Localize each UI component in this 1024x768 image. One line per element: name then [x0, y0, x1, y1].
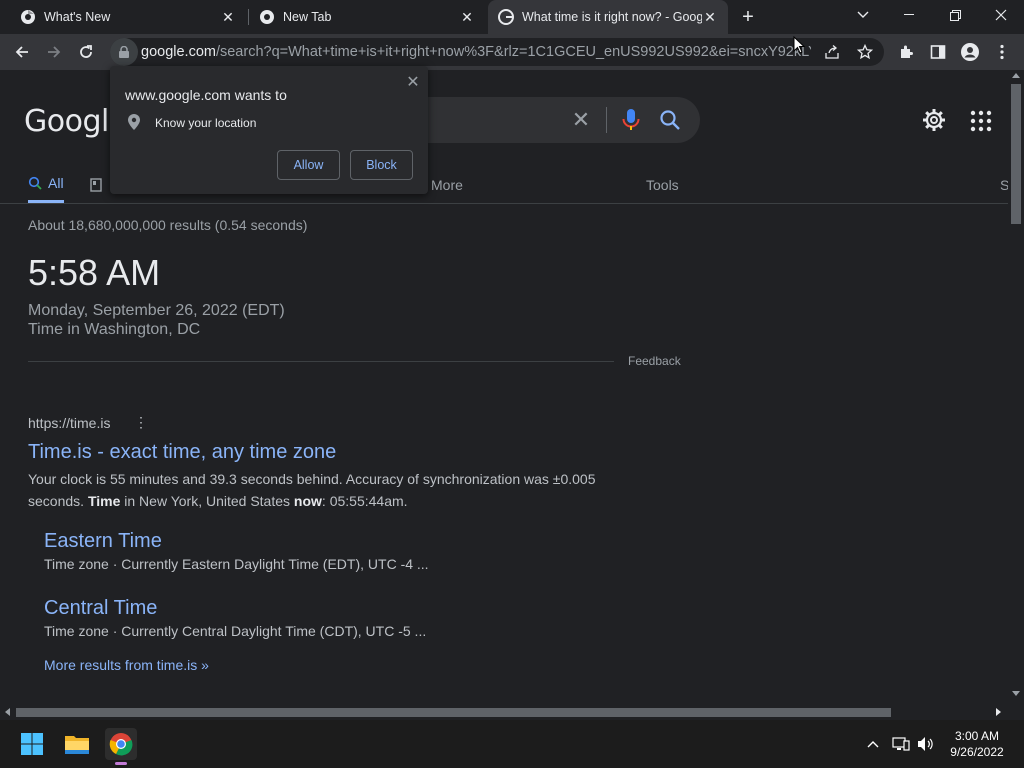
- back-icon[interactable]: [8, 38, 36, 66]
- horizontal-scroll-thumb[interactable]: [16, 708, 891, 717]
- scroll-down-icon[interactable]: [1012, 691, 1020, 696]
- location-pin-icon: [128, 114, 140, 130]
- forward-icon[interactable]: [40, 38, 68, 66]
- tab-title: What's New: [44, 10, 111, 24]
- window-close-icon[interactable]: [978, 0, 1024, 30]
- new-tab-icon[interactable]: +: [736, 5, 760, 29]
- volume-icon[interactable]: [915, 734, 937, 754]
- minimize-icon[interactable]: [886, 0, 932, 30]
- network-icon[interactable]: [890, 734, 912, 754]
- google-icon: [498, 9, 514, 25]
- close-icon[interactable]: ✕: [404, 73, 422, 91]
- permission-label: Know your location: [155, 116, 257, 130]
- clock-time: 3:00 AM: [954, 729, 1000, 743]
- result-snippet: Your clock is 55 minutes and 39.3 second…: [28, 468, 628, 512]
- taskbar: 3:00 AM 9/26/2022: [0, 720, 1024, 768]
- active-indicator: [115, 762, 127, 765]
- popup-title: www.google.com wants to: [125, 87, 287, 103]
- search-icon: [28, 176, 42, 190]
- url-path: /search?q=What+time+is+it+right+now%3F&r…: [215, 44, 811, 60]
- search-icon[interactable]: [658, 108, 682, 132]
- result-title[interactable]: Time.is - exact time, any time zone: [28, 441, 336, 464]
- tab-more[interactable]: More: [431, 166, 463, 203]
- scroll-left-icon[interactable]: [5, 708, 10, 716]
- file-explorer-icon[interactable]: [61, 728, 93, 760]
- current-date: Monday, September 26, 2022 (EDT): [28, 302, 285, 319]
- gear-icon[interactable]: [922, 108, 946, 132]
- scrollbar-corner: [1008, 704, 1024, 720]
- sublink-central-time[interactable]: Central Time: [44, 597, 157, 620]
- tab-what-time[interactable]: What time is it right now? - Goog ✕: [488, 0, 728, 34]
- result-url[interactable]: https://time.is: [28, 415, 110, 431]
- tab-search-icon[interactable]: [840, 0, 886, 30]
- close-icon[interactable]: ✕: [702, 9, 718, 25]
- current-time: 5:58 AM: [28, 252, 161, 293]
- restore-icon[interactable]: [932, 0, 978, 30]
- chrome-icon: [20, 9, 36, 25]
- chevron-up-icon[interactable]: [862, 734, 884, 754]
- apps-grid-icon[interactable]: [970, 110, 992, 132]
- menu-dots-icon[interactable]: [988, 38, 1016, 66]
- lock-icon[interactable]: [110, 38, 138, 66]
- side-panel-icon[interactable]: [924, 38, 952, 66]
- location-permission-popup: www.google.com wants to ✕ Know your loca…: [110, 66, 428, 194]
- scroll-right-icon[interactable]: [996, 708, 1001, 716]
- tab-tools[interactable]: Tools: [646, 166, 679, 203]
- more-results-link[interactable]: More results from time.is »: [44, 657, 209, 673]
- scroll-up-icon[interactable]: [1012, 73, 1020, 78]
- url-text: google.com/search?q=What+time+is+it+righ…: [141, 44, 811, 60]
- allow-button[interactable]: Allow: [277, 150, 340, 180]
- snippet-bold: now: [293, 493, 322, 509]
- close-icon[interactable]: ✕: [459, 9, 475, 25]
- snippet-bold: Time: [87, 493, 121, 509]
- address-bar[interactable]: google.com/search?q=What+time+is+it+righ…: [110, 38, 884, 66]
- clock-date: 9/26/2022: [950, 745, 1004, 759]
- search-divider: [606, 107, 607, 133]
- sublink-desc: Time zone · Currently Central Daylight T…: [44, 623, 427, 639]
- close-icon[interactable]: ✕: [220, 9, 236, 25]
- bookmark-star-icon[interactable]: [856, 43, 874, 65]
- tab-news[interactable]: [90, 166, 108, 203]
- profile-icon[interactable]: [956, 38, 984, 66]
- tab-label: All: [48, 175, 64, 191]
- news-icon: [90, 177, 102, 192]
- sublink-desc: Time zone · Currently Eastern Daylight T…: [44, 556, 429, 572]
- result-stats: About 18,680,000,000 results (0.54 secon…: [28, 217, 308, 233]
- reload-icon[interactable]: [72, 38, 100, 66]
- mic-icon[interactable]: [620, 108, 642, 132]
- tab-new-tab[interactable]: New Tab ✕: [249, 0, 485, 34]
- feedback-link[interactable]: Feedback: [628, 354, 681, 368]
- vertical-scroll-thumb[interactable]: [1011, 84, 1021, 224]
- chrome-icon: [259, 9, 275, 25]
- tab-whats-new[interactable]: What's New ✕: [10, 0, 246, 34]
- tab-title: New Tab: [283, 10, 332, 24]
- windows-start-icon[interactable]: [16, 728, 48, 760]
- tab-all[interactable]: All: [28, 166, 64, 203]
- block-button[interactable]: Block: [350, 150, 413, 180]
- chrome-taskbar-icon[interactable]: [105, 728, 137, 765]
- tab-safesearch[interactable]: S: [1000, 166, 1008, 203]
- share-icon[interactable]: [824, 44, 840, 65]
- url-host: google.com: [141, 44, 216, 60]
- tab-title: What time is it right now? - Goog: [522, 10, 702, 24]
- browser-toolbar: google.com/search?q=What+time+is+it+righ…: [0, 34, 1024, 70]
- system-clock[interactable]: 3:00 AM 9/26/2022: [940, 728, 1014, 760]
- more-vert-icon[interactable]: ⋮: [134, 414, 148, 432]
- mouse-cursor: [793, 35, 806, 54]
- time-location: Time in Washington, DC: [28, 321, 201, 338]
- tab-strip: What's New ✕ New Tab ✕ What time is it r…: [0, 0, 1024, 34]
- sublink-eastern-time[interactable]: Eastern Time: [44, 530, 162, 553]
- horizontal-scrollbar[interactable]: [0, 704, 1008, 720]
- snippet-text: in New York, United States: [120, 493, 294, 509]
- extensions-icon[interactable]: [892, 38, 920, 66]
- snippet-text: : 05:55:44am.: [321, 493, 408, 509]
- divider: [28, 361, 614, 362]
- clear-icon[interactable]: ✕: [570, 107, 592, 132]
- vertical-scrollbar[interactable]: [1008, 70, 1024, 704]
